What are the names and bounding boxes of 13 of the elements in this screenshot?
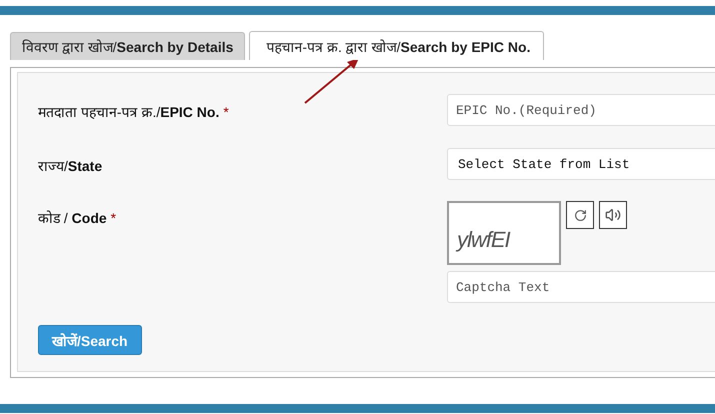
speaker-icon [605,207,621,223]
tab[interactable]: विवरण द्वारा खोज/Search by Details [10,32,246,60]
state-select[interactable]: Select State from List [447,148,715,180]
tab[interactable]: पहचान-पत्र क्र. द्वारा खोज/Search by EPIC No. [249,31,544,60]
refresh-button[interactable] [566,201,594,229]
field-label: मतदाता पहचान-पत्र क्र./EPIC No. * [38,103,229,121]
audio-button[interactable] [599,201,627,229]
captcha-field[interactable]: Captcha Text [447,271,715,303]
field-label: राज्य/State [38,157,102,175]
epic-number-field[interactable]: EPIC No.(Required) [447,94,715,126]
captcha-image: ylwfEI [447,201,561,265]
field-label: कोड / Code * [38,209,116,227]
refresh-icon [574,208,586,222]
